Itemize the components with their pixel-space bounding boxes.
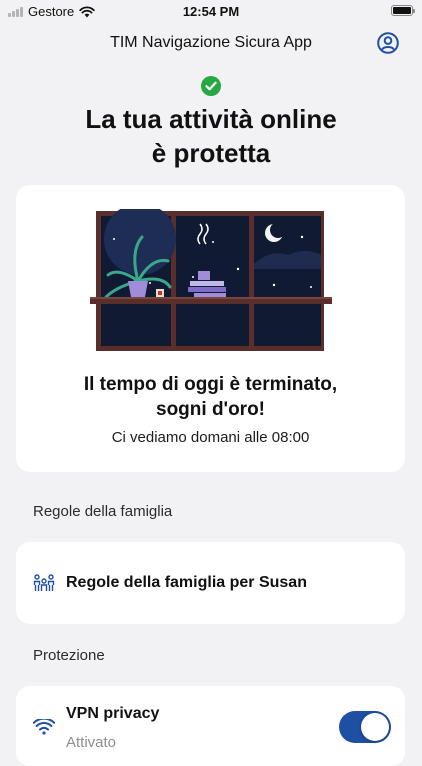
vpn-wifi-icon xyxy=(33,719,55,735)
profile-icon[interactable] xyxy=(377,32,399,54)
check-icon xyxy=(201,76,221,96)
family-icon xyxy=(33,574,55,591)
protection-section-label: Protezione xyxy=(33,647,105,664)
family-section-label: Regole della famiglia xyxy=(33,503,173,520)
battery-icon xyxy=(391,5,415,16)
headline-line-1: La tua attività online xyxy=(85,104,337,134)
vpn-toggle[interactable] xyxy=(339,711,391,743)
vpn-title: VPN privacy xyxy=(66,705,160,722)
status-time: 12:54 PM xyxy=(182,4,240,19)
bedtime-subtitle: Ci vediamo domani alle 08:00 xyxy=(111,429,310,446)
vpn-status: Attivato xyxy=(66,734,117,751)
status-bar: Gestore 12:54 PM xyxy=(0,0,422,24)
headline-line-2: è protetta xyxy=(151,138,271,168)
bedtime-message: Il tempo di oggi è terminato, sogni d'or… xyxy=(16,372,405,422)
protection-headline: La tua attività online è protetta xyxy=(0,102,422,170)
family-rules-label: Regole della famiglia per Susan xyxy=(66,574,307,591)
bedtime-message-line-1: Il tempo di oggi è terminato, xyxy=(83,374,338,395)
bedtime-message-line-2: sogni d'oro! xyxy=(156,399,265,420)
vpn-toggle-knob xyxy=(361,713,389,741)
app-title: TIM Navigazione Sicura App xyxy=(110,34,312,51)
night-window-illustration xyxy=(90,209,332,351)
